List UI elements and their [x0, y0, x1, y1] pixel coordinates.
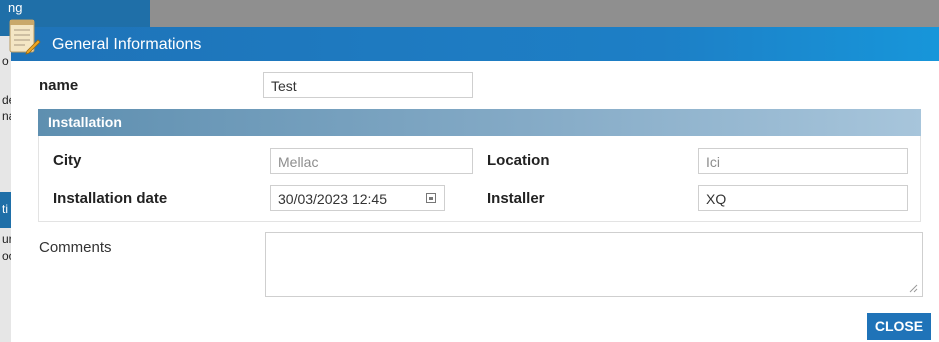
dialog-titlebar[interactable]: General Informations [11, 27, 939, 61]
comments-label: Comments [39, 239, 112, 256]
city-label: City [53, 152, 82, 169]
installation-date-field[interactable]: 30/03/2023 12:45 [270, 185, 445, 211]
installer-field[interactable]: XQ [698, 185, 908, 211]
background-text: ng [8, 0, 23, 15]
resize-grip-icon[interactable] [908, 283, 918, 293]
location-field[interactable]: Ici [698, 148, 908, 174]
location-label: Location [487, 152, 550, 169]
name-field[interactable]: Test [263, 72, 473, 98]
installation-section-title: Installation [48, 114, 122, 130]
general-informations-dialog: General Informations name Test Installat… [9, 19, 939, 342]
installation-date-value: 30/03/2023 12:45 [278, 191, 387, 207]
close-button[interactable]: CLOSE [867, 313, 931, 340]
installation-section-header: Installation [38, 109, 921, 136]
installation-date-label: Installation date [53, 190, 168, 207]
comments-textarea[interactable] [265, 232, 923, 297]
background-text: ti [2, 202, 8, 216]
calendar-icon[interactable] [426, 193, 436, 203]
city-field[interactable]: Mellac [270, 148, 473, 174]
name-label: name [39, 77, 79, 94]
notepad-icon [9, 19, 41, 55]
installer-label: Installer [487, 190, 545, 207]
dialog-title: General Informations [52, 36, 202, 53]
